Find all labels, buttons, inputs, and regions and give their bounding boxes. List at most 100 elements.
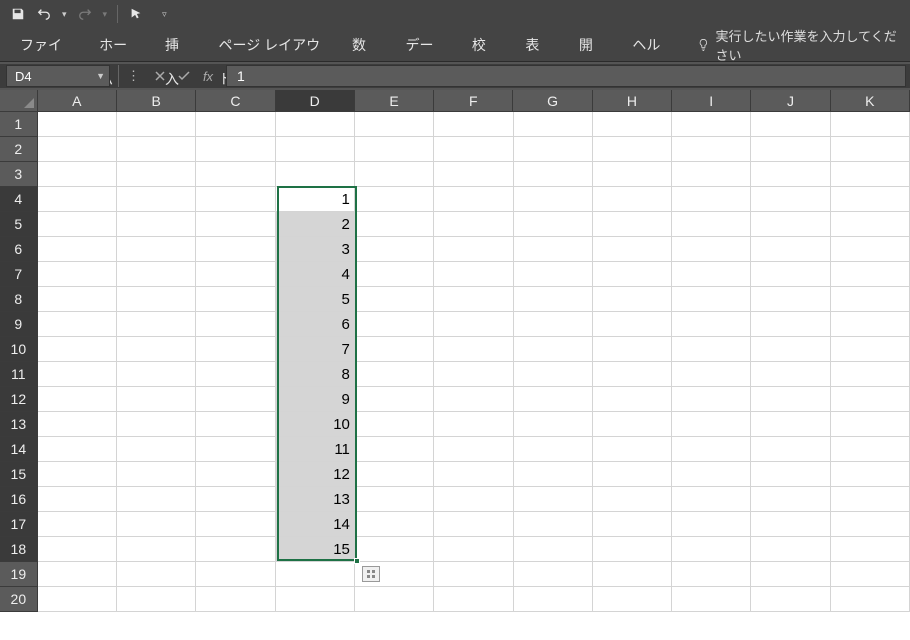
row-header-18[interactable]: 18 [0, 537, 38, 562]
cell-C10[interactable] [196, 337, 275, 362]
cell-I4[interactable] [672, 187, 751, 212]
tab-help[interactable]: ヘルプ [618, 28, 684, 62]
cell-I12[interactable] [672, 387, 751, 412]
cell-K14[interactable] [831, 437, 910, 462]
cell-D2[interactable] [276, 137, 355, 162]
cell-F2[interactable] [434, 137, 513, 162]
cell-F19[interactable] [434, 562, 513, 587]
cell-A19[interactable] [38, 562, 117, 587]
cell-F17[interactable] [434, 512, 513, 537]
cell-J10[interactable] [751, 337, 830, 362]
qat-customize[interactable]: ▿ [158, 9, 171, 20]
cell-F11[interactable] [434, 362, 513, 387]
tab-formulas[interactable]: 数式 [338, 28, 392, 62]
cell-A2[interactable] [38, 137, 117, 162]
cell-G11[interactable] [514, 362, 593, 387]
name-box-dropdown[interactable]: ▼ [96, 71, 105, 81]
cell-K5[interactable] [831, 212, 910, 237]
cell-F15[interactable] [434, 462, 513, 487]
row-header-5[interactable]: 5 [0, 212, 38, 237]
cell-E14[interactable] [355, 437, 434, 462]
cell-D20[interactable] [276, 587, 355, 612]
tab-developer[interactable]: 開発 [565, 28, 619, 62]
cell-F14[interactable] [434, 437, 513, 462]
cell-C2[interactable] [196, 137, 275, 162]
cell-G3[interactable] [514, 162, 593, 187]
formula-input-wrap[interactable] [226, 65, 906, 87]
cell-I10[interactable] [672, 337, 751, 362]
row-header-13[interactable]: 13 [0, 412, 38, 437]
cell-K9[interactable] [831, 312, 910, 337]
cell-D13[interactable]: 10 [276, 412, 355, 437]
column-header-C[interactable]: C [196, 90, 275, 112]
cell-A1[interactable] [38, 112, 117, 137]
cell-F9[interactable] [434, 312, 513, 337]
cell-K12[interactable] [831, 387, 910, 412]
cell-E12[interactable] [355, 387, 434, 412]
cell-E7[interactable] [355, 262, 434, 287]
cell-F13[interactable] [434, 412, 513, 437]
pointer-mode-button[interactable] [124, 2, 148, 26]
cell-E15[interactable] [355, 462, 434, 487]
cell-J3[interactable] [751, 162, 830, 187]
tab-page-layout[interactable]: ページ レイアウト [205, 28, 338, 62]
row-header-11[interactable]: 11 [0, 362, 38, 387]
cell-G6[interactable] [514, 237, 593, 262]
cell-C16[interactable] [196, 487, 275, 512]
cell-D1[interactable] [276, 112, 355, 137]
cell-G4[interactable] [514, 187, 593, 212]
column-header-E[interactable]: E [355, 90, 434, 112]
row-header-3[interactable]: 3 [0, 162, 38, 187]
cell-D14[interactable]: 11 [276, 437, 355, 462]
cell-F1[interactable] [434, 112, 513, 137]
cell-A6[interactable] [38, 237, 117, 262]
cell-H9[interactable] [593, 312, 672, 337]
autofill-options-button[interactable] [362, 566, 380, 582]
cell-G8[interactable] [514, 287, 593, 312]
cell-H14[interactable] [593, 437, 672, 462]
cell-D4[interactable]: 1 [276, 187, 355, 212]
row-header-12[interactable]: 12 [0, 387, 38, 412]
cell-I17[interactable] [672, 512, 751, 537]
cell-B14[interactable] [117, 437, 196, 462]
row-header-4[interactable]: 4 [0, 187, 38, 212]
cell-C17[interactable] [196, 512, 275, 537]
cell-D5[interactable]: 2 [276, 212, 355, 237]
cell-D9[interactable]: 6 [276, 312, 355, 337]
row-header-15[interactable]: 15 [0, 462, 38, 487]
undo-button[interactable] [32, 2, 56, 26]
cell-G18[interactable] [514, 537, 593, 562]
cell-B20[interactable] [117, 587, 196, 612]
insert-function-button[interactable]: fx [196, 65, 220, 87]
cell-F8[interactable] [434, 287, 513, 312]
cell-B8[interactable] [117, 287, 196, 312]
cell-D15[interactable]: 12 [276, 462, 355, 487]
cell-I16[interactable] [672, 487, 751, 512]
column-header-I[interactable]: I [672, 90, 751, 112]
cell-D18[interactable]: 15 [276, 537, 355, 562]
cell-G7[interactable] [514, 262, 593, 287]
enter-formula-button[interactable] [172, 65, 196, 87]
cell-H12[interactable] [593, 387, 672, 412]
cell-C11[interactable] [196, 362, 275, 387]
save-button[interactable] [6, 2, 30, 26]
column-header-G[interactable]: G [513, 90, 592, 112]
cell-A13[interactable] [38, 412, 117, 437]
cell-J14[interactable] [751, 437, 830, 462]
cell-E18[interactable] [355, 537, 434, 562]
cell-E10[interactable] [355, 337, 434, 362]
cell-H16[interactable] [593, 487, 672, 512]
cell-H10[interactable] [593, 337, 672, 362]
cell-D11[interactable]: 8 [276, 362, 355, 387]
cell-A17[interactable] [38, 512, 117, 537]
cell-E1[interactable] [355, 112, 434, 137]
cell-J2[interactable] [751, 137, 830, 162]
row-header-2[interactable]: 2 [0, 137, 38, 162]
column-header-J[interactable]: J [751, 90, 830, 112]
tab-view[interactable]: 表示 [511, 28, 565, 62]
cell-H6[interactable] [593, 237, 672, 262]
cell-G15[interactable] [514, 462, 593, 487]
cell-F7[interactable] [434, 262, 513, 287]
cell-I7[interactable] [672, 262, 751, 287]
tab-data[interactable]: データ [392, 28, 458, 62]
